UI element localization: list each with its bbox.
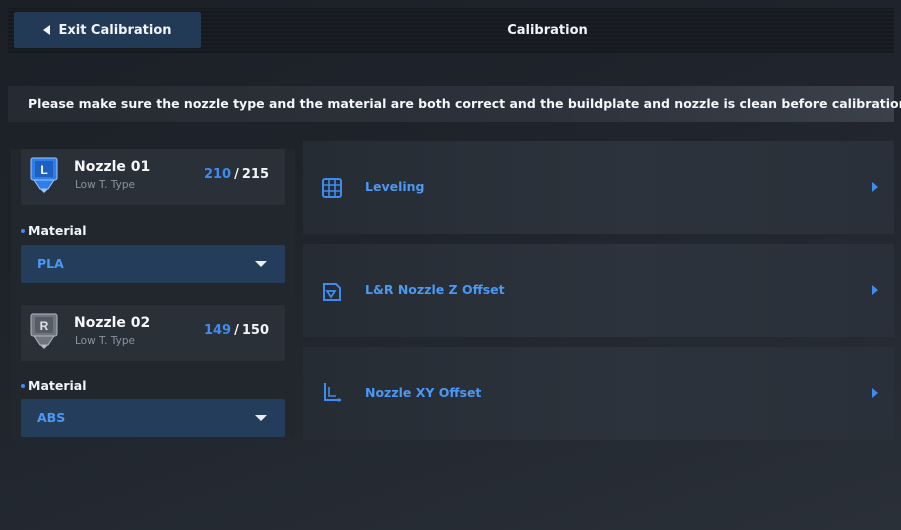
chevron-down-icon (255, 415, 267, 421)
nozzle-01-material-select[interactable]: PLA (21, 245, 285, 283)
bullet-dot-icon (21, 228, 25, 233)
leveling-label: Leveling (365, 179, 425, 194)
nozzle-02-card: R Nozzle 02 Low T. Type 149/150 (21, 305, 285, 361)
chevron-right-icon (872, 285, 878, 295)
z-offset-label: L&R Nozzle Z Offset (365, 282, 505, 297)
nozzle-01-name: Nozzle 01 (74, 159, 151, 175)
nozzle-01-temp-separator: / (234, 167, 239, 182)
nozzle-right-icon: R (30, 313, 58, 349)
nozzle-01-type: Low T. Type (75, 179, 135, 191)
chevron-right-icon (872, 182, 878, 192)
nozzle-02-material-select[interactable]: ABS (21, 399, 285, 437)
nozzle-panel: L Nozzle 01 Low T. Type 210/215 Material… (11, 149, 295, 439)
material-label-text: Material (28, 223, 87, 238)
z-offset-icon (321, 281, 343, 303)
nozzle-01-target-temp: 215 (241, 167, 269, 182)
page-title: Calibration (507, 23, 588, 38)
nozzle-02-current-temp: 149 (203, 323, 232, 338)
nozzle-02-material-label: Material (21, 378, 87, 393)
nozzle-01-card: L Nozzle 01 Low T. Type 210/215 (21, 149, 285, 205)
calibration-notice: Please make sure the nozzle type and the… (8, 86, 901, 122)
exit-calibration-label: Exit Calibration (58, 22, 172, 38)
nozzle-02-type: Low T. Type (75, 335, 135, 347)
chevron-down-icon (255, 261, 267, 267)
nozzle-01-badge-letter: L (40, 163, 47, 177)
back-arrow-icon (43, 25, 51, 35)
calibration-screen: Exit Calibration Calibration Please make… (8, 8, 901, 522)
xy-offset-icon (321, 381, 343, 403)
top-bar: Exit Calibration Calibration (8, 8, 894, 53)
xy-offset-label: Nozzle XY Offset (365, 385, 482, 400)
grid-icon (321, 177, 343, 199)
nozzle-02-temp-separator: / (234, 323, 239, 338)
exit-calibration-button[interactable]: Exit Calibration (14, 12, 201, 48)
nozzle-01-current-temp: 210 (203, 167, 232, 182)
leveling-item[interactable]: Leveling (303, 141, 894, 234)
nozzle-02-target-temp: 150 (241, 323, 269, 338)
chevron-right-icon (872, 388, 878, 398)
nozzle-02-badge-letter: R (40, 319, 49, 333)
z-offset-item[interactable]: L&R Nozzle Z Offset (303, 244, 894, 337)
material-label-text: Material (28, 378, 87, 393)
nozzle-01-temperature: 210/215 (204, 167, 269, 182)
nozzle-02-temperature: 149/150 (204, 323, 269, 338)
nozzle-02-name: Nozzle 02 (74, 315, 151, 331)
xy-offset-item[interactable]: Nozzle XY Offset (303, 347, 894, 440)
nozzle-01-material-value: PLA (37, 256, 64, 271)
nozzle-02-material-value: ABS (37, 410, 66, 425)
nozzle-01-material-label: Material (21, 223, 87, 238)
bullet-dot-icon (21, 383, 25, 388)
nozzle-left-icon: L (30, 157, 58, 193)
